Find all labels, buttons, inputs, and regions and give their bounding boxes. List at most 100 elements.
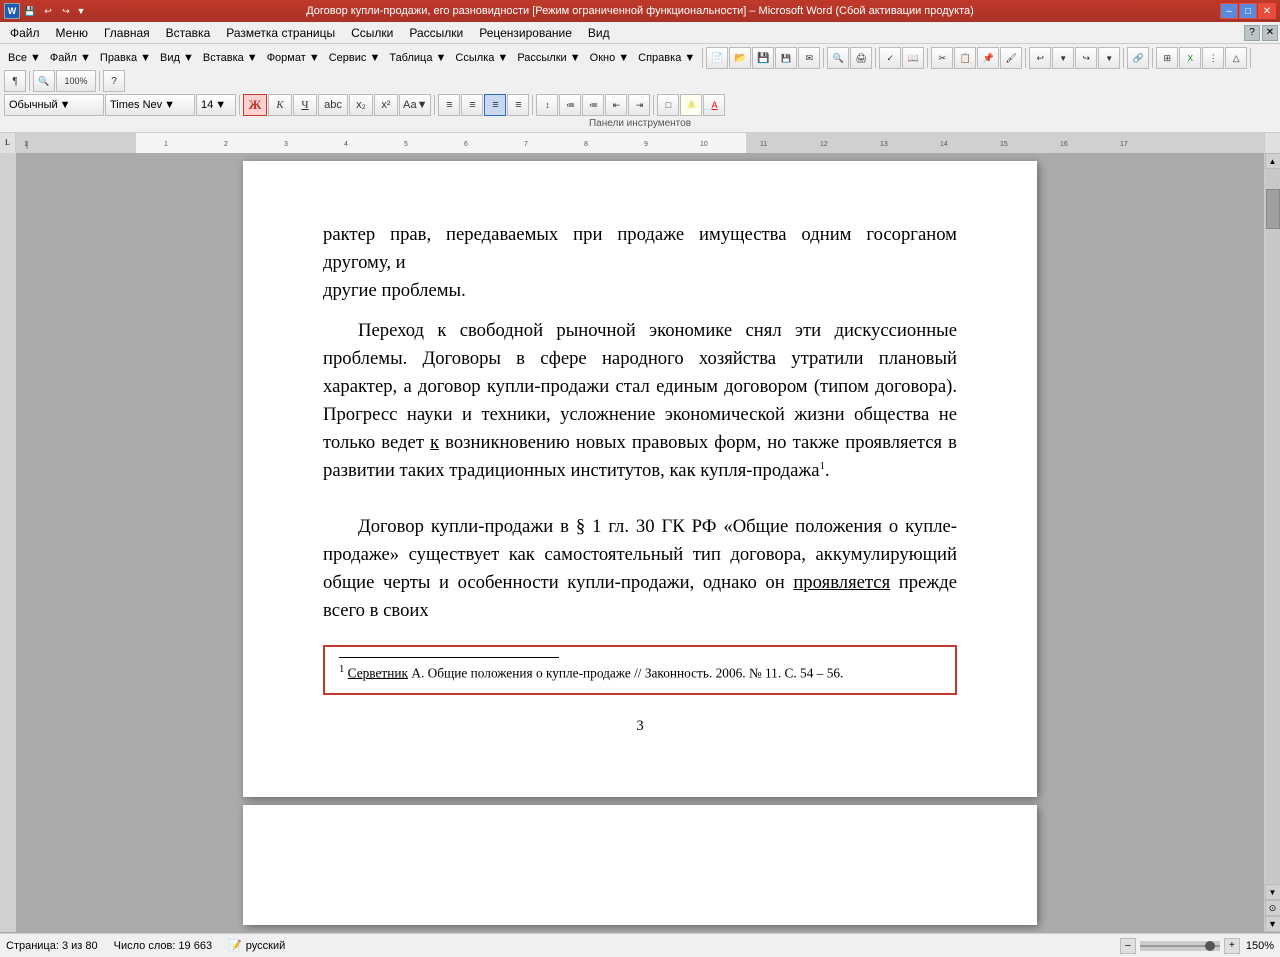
italic-button[interactable]: К [268, 94, 292, 116]
menu-page-layout[interactable]: Разметка страницы [218, 24, 343, 42]
word-count: Число слов: 19 663 [114, 940, 212, 952]
tb-zoom-out[interactable]: 🔍 [33, 70, 55, 92]
title-bar: W 💾 ↩ ↪ ▼ Договор купли-продажи, его раз… [0, 0, 1280, 22]
bullet-list[interactable]: ≔ [582, 94, 604, 116]
tb-undo[interactable]: ↩ [1029, 47, 1051, 69]
document-page: рактер прав, передаваемых при продаже им… [243, 161, 1037, 797]
tb-hyperlink[interactable]: 🔗 [1127, 47, 1149, 69]
decrease-indent[interactable]: ⇤ [605, 94, 627, 116]
tb-edit[interactable]: Правка ▼ [96, 50, 155, 66]
minimize-button[interactable]: – [1220, 3, 1238, 19]
tb-research[interactable]: 📖 [902, 47, 924, 69]
close-button[interactable]: ✕ [1258, 3, 1276, 19]
align-center[interactable]: ≡ [461, 94, 483, 116]
menu-menu[interactable]: Меню [48, 24, 96, 42]
superscript-button[interactable]: х² [374, 94, 398, 116]
tb-help[interactable]: Справка ▼ [634, 50, 699, 66]
quick-access-undo[interactable]: ↩ [40, 3, 56, 19]
tb-save2[interactable]: 💾 [775, 47, 797, 69]
zoom-plus-button[interactable]: + [1224, 938, 1240, 954]
highlight-color[interactable]: A [680, 94, 702, 116]
tb-table2[interactable]: ⊞ [1156, 47, 1178, 69]
tb-new[interactable]: 📄 [706, 47, 728, 69]
case-button[interactable]: Аа▼ [399, 94, 431, 116]
tb-redo[interactable]: ↪ [1075, 47, 1097, 69]
tb-insert[interactable]: Вставка ▼ [199, 50, 262, 66]
tb-open[interactable]: 📂 [729, 47, 751, 69]
tb-columns[interactable]: ⋮ [1202, 47, 1224, 69]
quick-access-save[interactable]: 💾 [22, 3, 38, 19]
scroll-page-nav2[interactable]: ▼ [1265, 916, 1280, 932]
tb-format-painter[interactable]: 🖌 [1000, 47, 1022, 69]
toolbar-label: Панели инструментов [2, 117, 1278, 130]
zoom-slider[interactable] [1140, 941, 1220, 951]
menu-mailings[interactable]: Рассылки [401, 24, 471, 42]
align-left[interactable]: ≡ [438, 94, 460, 116]
help-question-icon[interactable]: ? [1244, 25, 1260, 41]
strikethrough-button[interactable]: аbс [318, 94, 348, 116]
style-value: Обычный [9, 99, 58, 111]
svg-text:7: 7 [524, 141, 528, 148]
style-dropdown[interactable]: Обычный ▼ [4, 94, 104, 116]
tb-help2[interactable]: ? [103, 70, 125, 92]
tb-redo-arrow[interactable]: ▼ [1098, 47, 1120, 69]
tb-table[interactable]: Таблица ▼ [385, 50, 450, 66]
quick-access-redo[interactable]: ↪ [58, 3, 74, 19]
zoom-handle[interactable] [1205, 941, 1215, 951]
font-color[interactable]: A [703, 94, 725, 116]
tb-file[interactable]: Файл ▼ [46, 50, 95, 66]
scroll-thumb[interactable] [1266, 189, 1280, 229]
ruler: | 1 1 2 3 4 5 6 7 8 9 10 11 12 13 14 15 … [16, 133, 1264, 153]
title-bar-controls: – □ ✕ [1220, 3, 1276, 19]
scroll-up-button[interactable]: ▲ [1265, 153, 1280, 169]
svg-text:1: 1 [24, 141, 28, 148]
menu-references[interactable]: Ссылки [343, 24, 401, 42]
tb-excel[interactable]: X [1179, 47, 1201, 69]
menu-bar: Файл Меню Главная Вставка Разметка стран… [0, 22, 1280, 44]
underline-button[interactable]: Ч [293, 94, 317, 116]
tb-view[interactable]: Вид ▼ [156, 50, 198, 66]
tb-save[interactable]: 💾 [752, 47, 774, 69]
align-justify[interactable]: ≡ [484, 94, 506, 116]
tb-zoom-box[interactable]: 100% [56, 70, 96, 92]
tb-paste[interactable]: 📌 [977, 47, 999, 69]
maximize-button[interactable]: □ [1239, 3, 1257, 19]
scroll-page-nav1[interactable]: ⊙ [1265, 900, 1280, 916]
tb-email[interactable]: ✉ [798, 47, 820, 69]
menu-home[interactable]: Главная [96, 24, 158, 42]
tb-link[interactable]: Ссылка ▼ [451, 50, 512, 66]
ruler-corner[interactable]: L [0, 133, 16, 153]
tb-all[interactable]: Все ▼ [4, 50, 45, 66]
tb-print[interactable]: 🖨 [850, 47, 872, 69]
zoom-minus-button[interactable]: – [1120, 938, 1136, 954]
tb-undo-arrow[interactable]: ▼ [1052, 47, 1074, 69]
font-dropdown[interactable]: Times Nev ▼ [105, 94, 195, 116]
tb-showparagraph[interactable]: ¶ [4, 70, 26, 92]
menu-file[interactable]: Файл [2, 24, 48, 42]
tb-copy[interactable]: 📋 [954, 47, 976, 69]
tb-service[interactable]: Сервис ▼ [325, 50, 385, 66]
subscript-button[interactable]: х₂ [349, 94, 373, 116]
size-dropdown[interactable]: 14 ▼ [196, 94, 236, 116]
tb-format[interactable]: Формат ▼ [263, 50, 324, 66]
vertical-scrollbar[interactable]: ▲ ▼ ⊙ ▼ [1264, 153, 1280, 932]
menu-view[interactable]: Вид [580, 24, 618, 42]
menu-insert[interactable]: Вставка [158, 24, 219, 42]
tb-print-preview[interactable]: 🔍 [827, 47, 849, 69]
bold-button[interactable]: Ж [243, 94, 267, 116]
tb-drawing[interactable]: △ [1225, 47, 1247, 69]
close-menu-icon[interactable]: ✕ [1262, 25, 1278, 41]
scroll-down-button[interactable]: ▼ [1265, 884, 1280, 900]
tb-spellcheck[interactable]: ✓ [879, 47, 901, 69]
num-list[interactable]: ≔ [559, 94, 581, 116]
tb-window[interactable]: Окно ▼ [586, 50, 634, 66]
footnote-line [339, 657, 559, 658]
align-right[interactable]: ≡ [507, 94, 529, 116]
increase-indent[interactable]: ⇥ [628, 94, 650, 116]
tb-mailings2[interactable]: Рассылки ▼ [513, 50, 584, 66]
line-spacing[interactable]: ↕ [536, 94, 558, 116]
border-button[interactable]: □ [657, 94, 679, 116]
tb-cut[interactable]: ✂ [931, 47, 953, 69]
quick-access-menu[interactable]: ▼ [76, 3, 86, 19]
menu-review[interactable]: Рецензирование [471, 24, 580, 42]
